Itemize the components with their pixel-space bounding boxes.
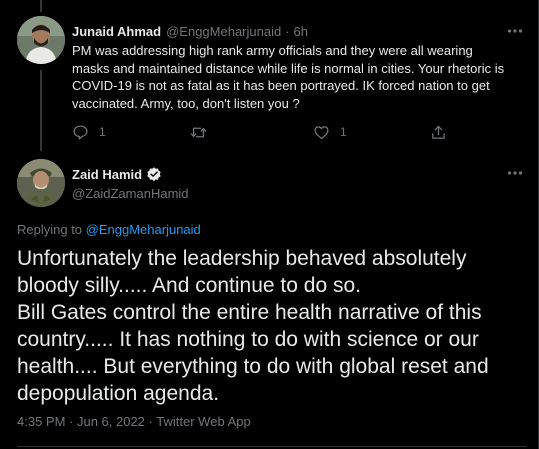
separator: · [285,23,290,39]
thread-connector-top [40,0,42,12]
divider [17,446,527,447]
replying-label: Replying to [17,222,83,237]
share-button[interactable] [430,122,447,142]
verified-badge-icon [147,167,161,182]
replying-handle-link[interactable]: @EnggMeharjunaid [86,222,201,237]
reply-button[interactable]: 1 [72,122,106,142]
reply-author-row: Junaid Ahmad @EnggMeharjunaid · 6h [72,22,308,40]
author-name[interactable]: Junaid Ahmad [72,24,161,39]
author-handle[interactable]: @ZaidZamanHamid [72,186,189,201]
more-horizontal-icon[interactable] [506,164,524,182]
tweet-actions: 1 1 [72,122,492,142]
retweet-button[interactable] [190,122,217,142]
reply-tweet[interactable]: Junaid Ahmad @EnggMeharjunaid · 6h PM wa… [0,0,539,151]
reply-count: 1 [99,125,106,139]
avatar-zaid-image [17,159,65,207]
like-button[interactable]: 1 [313,122,347,142]
tweet-source-link[interactable]: Twitter Web App [156,414,250,429]
retweet-icon [190,124,207,141]
separator: · [148,414,153,429]
heart-icon [313,124,330,141]
avatar[interactable] [17,16,65,64]
reply-icon [72,124,89,141]
tweet-timestamp-link[interactable]: 4:35 PM · Jun 6, 2022 [17,414,145,429]
tweet-metadata: 4:35 PM · Jun 6, 2022 · Twitter Web App [17,414,251,429]
author-handle[interactable]: @EnggMeharjunaid [166,24,281,39]
replying-to: Replying to @EnggMeharjunaid [17,222,201,237]
timestamp[interactable]: 6h [294,24,308,39]
avatar-junaid-image [17,16,65,64]
author-name[interactable]: Zaid Hamid [72,167,142,182]
thread-connector [40,70,42,151]
more-horizontal-icon[interactable] [506,22,524,40]
main-tweet-text: Unfortunately the leadership behaved abs… [17,247,489,405]
tweet-thread: Junaid Ahmad @EnggMeharjunaid · 6h PM wa… [0,0,539,449]
avatar[interactable] [17,159,65,207]
reply-tweet-text: PM was addressing high rank army officia… [72,43,505,111]
main-author-row: Zaid Hamid [72,166,162,182]
like-count: 1 [340,125,347,139]
share-icon [430,124,447,141]
